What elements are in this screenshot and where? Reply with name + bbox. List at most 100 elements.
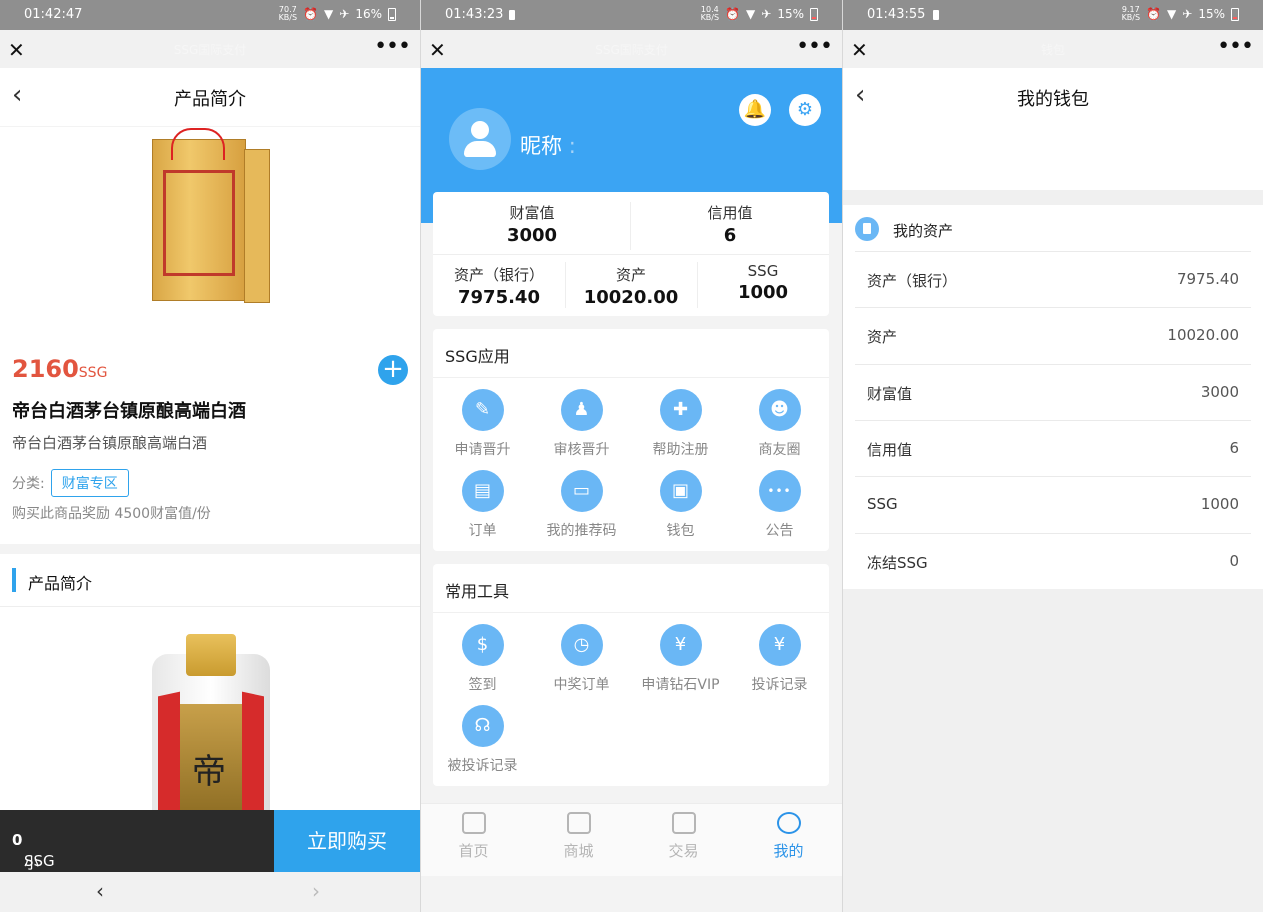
wifi-icon: ▼	[746, 7, 756, 21]
browser-forward-icon[interactable]: ›	[312, 879, 320, 903]
browser-navbar: ✕ 钱包 •••	[843, 30, 1263, 68]
tool-item[interactable]: ☊ 被投诉记录	[433, 705, 532, 775]
navbar-title: 钱包	[1040, 43, 1065, 57]
app-item[interactable]: ▣ 钱包	[631, 470, 730, 540]
browser-back-icon[interactable]: ‹	[96, 879, 104, 903]
section-accent	[12, 568, 16, 592]
wifi-icon: ▼	[1167, 7, 1177, 21]
tool-item[interactable]: ¥ 投诉记录	[730, 624, 829, 694]
asset-row[interactable]: 信用值 6	[855, 419, 1251, 477]
asset-stat[interactable]: 资产 10020.00	[565, 264, 697, 308]
app-item[interactable]: ▭ 我的推荐码	[532, 470, 631, 540]
tools-card: 常用工具 $ 签到 ◷ 中奖订单 ¥ 申请钻石VIP ¥ 投诉记录 ☊ 被投诉记录	[433, 564, 829, 786]
tools-title: 常用工具	[445, 582, 510, 601]
product-image	[0, 127, 420, 339]
ssg-apps-card: SSG应用 ✎ 申请晋升 ♟ 审核晋升 ✚ 帮助注册 ☻ 商友圈 ▤ 订单 ▭ 我的推荐码 ▣ 钱包 •••…	[433, 329, 829, 551]
bottle-image: 帝	[152, 634, 270, 827]
asset-row-label: 信用值	[867, 440, 913, 459]
profile-screen: 01:43:23 10.4 KB/S ⏰ ▼ ✈ 15% ✕ SSG国际支付 ••…	[421, 0, 842, 912]
apps-title: SSG应用	[445, 347, 510, 366]
ssg-value: 1000	[737, 282, 789, 303]
assets-title: 我的资产	[893, 222, 954, 240]
tab-mine[interactable]: 我的	[736, 812, 841, 861]
asset-row-label: SSG	[867, 495, 898, 514]
phone-yen-icon: ¥	[659, 624, 702, 666]
user-stamp-icon: ♟	[560, 389, 603, 431]
user-icon	[776, 812, 801, 834]
alarm-icon: ⏰	[303, 7, 319, 21]
tool-item[interactable]: ◷ 中奖订单	[532, 624, 631, 694]
asset-row[interactable]: 冻结SSG 0	[855, 532, 1251, 590]
tab-label: 交易	[668, 842, 699, 860]
asset-row[interactable]: 资产 10020.00	[855, 307, 1251, 364]
avatar[interactable]	[449, 108, 511, 170]
ssg-label: SSG	[747, 262, 779, 280]
asset-row[interactable]: 资产（银行） 7975.40	[855, 251, 1251, 308]
more-icon[interactable]: •••	[1217, 34, 1254, 59]
more-icon[interactable]: •••	[374, 34, 411, 59]
price-value: 2160	[12, 355, 79, 383]
asset-row-value: 1000	[1200, 495, 1239, 514]
app-item[interactable]: ▤ 订单	[433, 470, 532, 540]
asset-bank-value: 7975.40	[458, 287, 540, 308]
tab-trade[interactable]: 交易	[631, 812, 736, 861]
app-item[interactable]: ✎ 申请晋升	[433, 389, 532, 459]
product-name: 帝台白酒茅台镇原酿高端白酒	[12, 401, 246, 422]
ssg-stat[interactable]: SSG 1000	[697, 262, 829, 303]
airplane-icon: ✈	[339, 7, 350, 21]
app-label: 帮助注册	[652, 442, 709, 458]
category-tag[interactable]: 财富专区	[50, 469, 129, 497]
tab-label: 我的	[773, 842, 804, 860]
bell-icon[interactable]: 🔔	[739, 94, 771, 126]
app-item[interactable]: ♟ 审核晋升	[532, 389, 631, 459]
buy-now-button[interactable]: 立即购买	[274, 810, 420, 872]
credit-stat[interactable]: 信用值 6	[631, 202, 829, 246]
app-label: 商友圈	[758, 442, 801, 458]
product-price: 2160SSG	[12, 355, 107, 383]
app-label: 审核晋升	[553, 442, 610, 458]
app-item[interactable]: ☻ 商友圈	[730, 389, 829, 459]
nickname-label: 昵称	[520, 134, 562, 158]
browser-bottom-nav: ‹ ›	[0, 872, 420, 912]
clipboard-icon	[855, 217, 879, 241]
app-item[interactable]: ✚ 帮助注册	[631, 389, 730, 459]
gift-box-image	[152, 128, 246, 301]
asset-row[interactable]: 财富值 3000	[855, 363, 1251, 421]
gift-box-side	[244, 149, 270, 303]
exchange-icon	[671, 812, 696, 834]
tool-item[interactable]: $ 签到	[433, 624, 532, 694]
battery-icon	[810, 7, 818, 21]
airplane-icon: ✈	[761, 7, 772, 21]
add-to-cart-button[interactable]: +	[378, 355, 408, 385]
tab-label: 首页	[458, 842, 489, 860]
app-item[interactable]: ••• 公告	[730, 470, 829, 540]
credit-value: 6	[723, 225, 737, 246]
gear-icon[interactable]: ⚙	[789, 94, 821, 126]
page-title: 产品简介	[174, 89, 246, 110]
tab-mall[interactable]: 商城	[526, 812, 631, 861]
battery-icon	[1231, 7, 1239, 21]
more-icon[interactable]: •••	[796, 34, 833, 59]
asset-row[interactable]: SSG 1000	[855, 476, 1251, 533]
airplane-icon: ✈	[1182, 7, 1193, 21]
browser-navbar: ✕ SSG国际支付 •••	[0, 30, 420, 68]
network-speed-unit: KB/S	[700, 13, 720, 22]
nickname: 昵称 :	[520, 130, 576, 160]
wallet-icon: ▣	[659, 470, 702, 512]
app-label: 公告	[765, 523, 794, 539]
more-dots-icon: •••	[758, 470, 801, 512]
asset-bank-stat[interactable]: 资产（银行） 7975.40	[433, 264, 565, 308]
tool-label: 申请钻石VIP	[641, 677, 720, 693]
asset-row-label: 财富值	[867, 384, 913, 403]
tab-home[interactable]: 首页	[421, 812, 526, 861]
wifi-icon: ▼	[324, 7, 334, 21]
reward-text: 购买此商品奖励 4500财富值/份	[12, 506, 211, 522]
buy-bar: 小计: 0 SSG 立即购买	[0, 810, 420, 893]
tool-item[interactable]: ¥ 申请钻石VIP	[631, 624, 730, 694]
wealth-stat[interactable]: 财富值 3000	[433, 202, 631, 246]
asset-label: 资产	[615, 266, 646, 284]
complaint-phone-icon: ¥	[758, 624, 801, 666]
bottle-glyph: 帝	[192, 752, 226, 792]
ticket-icon: ▭	[560, 470, 603, 512]
section-title: 产品简介	[28, 574, 93, 593]
